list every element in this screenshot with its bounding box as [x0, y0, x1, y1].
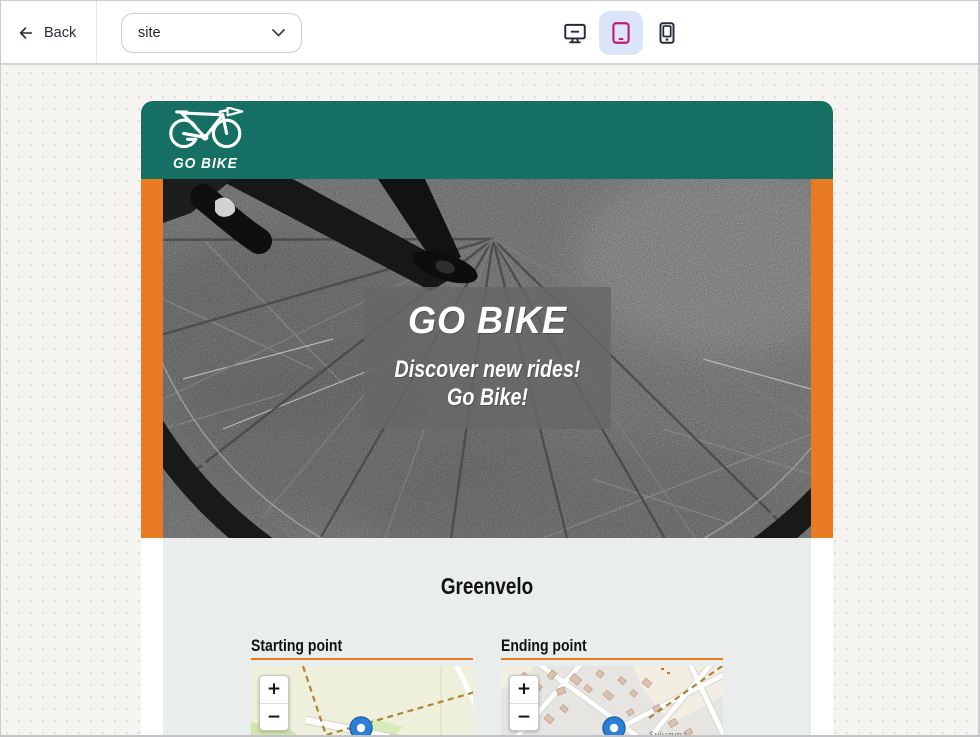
- mobile-preview-button[interactable]: [645, 11, 689, 55]
- hero-title: GO BIKE: [370, 300, 605, 343]
- start-marker[interactable]: [350, 717, 372, 737]
- ending-point-column: Ending point: [501, 636, 723, 737]
- back-label: Back: [44, 25, 76, 41]
- hero-tagline-line1: Discover new rides!: [386, 356, 589, 384]
- desktop-preview-button[interactable]: [553, 11, 597, 55]
- end-marker[interactable]: [603, 717, 625, 737]
- site-header: GO BIKE: [141, 101, 833, 179]
- end-map-zoom-control: + −: [509, 675, 539, 731]
- end-map-zoom-out-button[interactable]: −: [510, 704, 538, 731]
- place-label: Svjuzyna: [649, 731, 687, 737]
- route-panel: Greenvelo Starting point: [163, 538, 811, 737]
- hero-photo: GO BIKE Discover new rides! Go Bike!: [163, 179, 811, 538]
- back-button[interactable]: Back: [17, 19, 76, 47]
- toolbar-divider: [96, 1, 97, 63]
- app-window: Back site: [0, 0, 980, 737]
- starting-point-map[interactable]: Klinkiero + −: [251, 666, 473, 737]
- hero-tagline: Discover new rides! Go Bike!: [386, 356, 589, 412]
- ending-point-map[interactable]: Svjuzyna + −: [501, 666, 723, 737]
- ending-point-heading: Ending point: [501, 636, 690, 656]
- preview-canvas: GO BIKE: [1, 67, 979, 737]
- site-logo-text: GO BIKE: [173, 155, 254, 172]
- top-toolbar: Back site: [1, 1, 978, 65]
- site-logo: GO BIKE: [165, 107, 261, 172]
- start-map-zoom-control: + −: [259, 675, 289, 731]
- content-section: Greenvelo Starting point: [141, 538, 833, 737]
- bike-logo-icon: [165, 107, 253, 153]
- end-map-zoom-in-button[interactable]: +: [510, 676, 538, 704]
- starting-point-underline: [251, 658, 473, 660]
- page-select-dropdown[interactable]: site: [121, 13, 302, 53]
- site-preview: GO BIKE: [141, 101, 833, 737]
- back-arrow-icon: [17, 24, 35, 42]
- tablet-icon: [608, 20, 634, 46]
- page-select-value: site: [138, 25, 161, 41]
- starting-point-heading: Starting point: [251, 636, 440, 656]
- start-map-zoom-in-button[interactable]: +: [260, 676, 288, 704]
- section-title: Greenvelo: [221, 572, 752, 600]
- hero-overlay: GO BIKE Discover new rides! Go Bike!: [364, 287, 611, 429]
- mobile-icon: [654, 20, 680, 46]
- start-map-zoom-out-button[interactable]: −: [260, 704, 288, 731]
- hero-section: GO BIKE Discover new rides! Go Bike!: [141, 179, 833, 538]
- tablet-preview-button[interactable]: [599, 11, 643, 55]
- ending-point-underline: [501, 658, 723, 660]
- starting-point-column: Starting point: [251, 636, 473, 737]
- chevron-down-icon: [272, 29, 285, 37]
- hero-tagline-line2: Go Bike!: [386, 384, 589, 412]
- desktop-icon: [562, 20, 588, 46]
- device-toggle-group: [553, 11, 689, 55]
